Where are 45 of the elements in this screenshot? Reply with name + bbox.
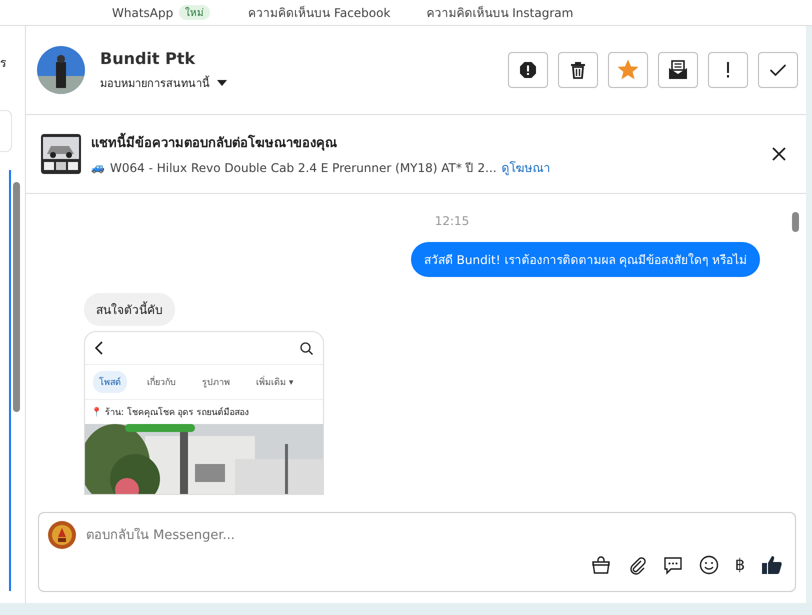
avatar bbox=[37, 46, 85, 94]
channel-tab[interactable]: WhatsApp bbox=[112, 6, 174, 20]
caret-icon bbox=[216, 78, 228, 86]
assign-dropdown[interactable]: มอบหมายการสนทนานี้ bbox=[100, 74, 228, 92]
trash-icon bbox=[570, 61, 586, 79]
mail-button[interactable] bbox=[658, 52, 698, 88]
tab-label: เพิ่มเติม ▾ bbox=[250, 371, 300, 393]
exclamation-icon bbox=[725, 61, 731, 79]
bag-icon[interactable] bbox=[590, 555, 611, 575]
tab-label: รูปภาพ bbox=[201, 377, 231, 390]
back-icon bbox=[95, 341, 103, 355]
close-icon[interactable] bbox=[772, 147, 786, 161]
shared-screenshot[interactable]: โพสต์ เกี่ยวกับ รูปภาพ เพิ่มเติม ▾ 📍 ร้าน: โชคคุณโชค อุดร รถยนต์มือสอง bbox=[84, 331, 324, 495]
contact-name: Bundit Ptk bbox=[100, 48, 196, 68]
shop-location: 📍 ร้าน: โชคคุณโชค อุดร รถยนต์มือสอง bbox=[90, 406, 250, 420]
car-icon: 🚙 bbox=[91, 160, 105, 174]
checkmark-icon bbox=[769, 63, 787, 77]
ad-title: W064 - Hilux Revo Double Cab 2.4 E Prerunner (MY18) AT* ปี 2... bbox=[110, 160, 497, 176]
thumbs-up-icon[interactable] bbox=[761, 555, 783, 575]
envelope-icon bbox=[668, 60, 688, 80]
message-time: 12:15 bbox=[434, 214, 470, 228]
payment-button[interactable]: ฿ bbox=[734, 555, 745, 575]
search-icon bbox=[300, 342, 313, 354]
done-button[interactable] bbox=[758, 52, 798, 88]
emoji-icon[interactable] bbox=[698, 555, 719, 575]
alert-button[interactable] bbox=[508, 52, 548, 88]
new-badge: ใหม่ bbox=[179, 5, 210, 20]
ad-reply-notice: แชทนี้มีข้อความตอบกลับต่อโฆษณาของคุณ bbox=[91, 132, 772, 152]
chat-icon[interactable] bbox=[662, 555, 683, 575]
car-thumbnail bbox=[41, 134, 81, 174]
alert-icon bbox=[519, 61, 537, 79]
channel-tab[interactable]: ความคิดเห็นบน Facebook bbox=[248, 3, 390, 22]
star-icon bbox=[618, 60, 638, 80]
avatar bbox=[48, 521, 76, 549]
trash-button[interactable] bbox=[558, 52, 598, 88]
tab-label: โพสต์ bbox=[93, 371, 127, 393]
list-card bbox=[0, 110, 12, 152]
sidebar-text: ร bbox=[0, 55, 6, 72]
tab-label: เกี่ยวกับ bbox=[141, 371, 182, 393]
sent-message: สวัสดี Bundit! เราต้องการติดตามผล คุณมีข้อสงสัยใดๆ หรือไม่ bbox=[410, 242, 760, 277]
scrollbar[interactable] bbox=[9, 170, 22, 591]
channel-tab[interactable]: ความคิดเห็นบน Instagram bbox=[426, 3, 574, 22]
view-ad-link[interactable]: ดูโฆษณา bbox=[502, 158, 551, 176]
received-message: สนใจตัวนี้คับ bbox=[84, 293, 175, 326]
star-button[interactable] bbox=[608, 52, 648, 88]
